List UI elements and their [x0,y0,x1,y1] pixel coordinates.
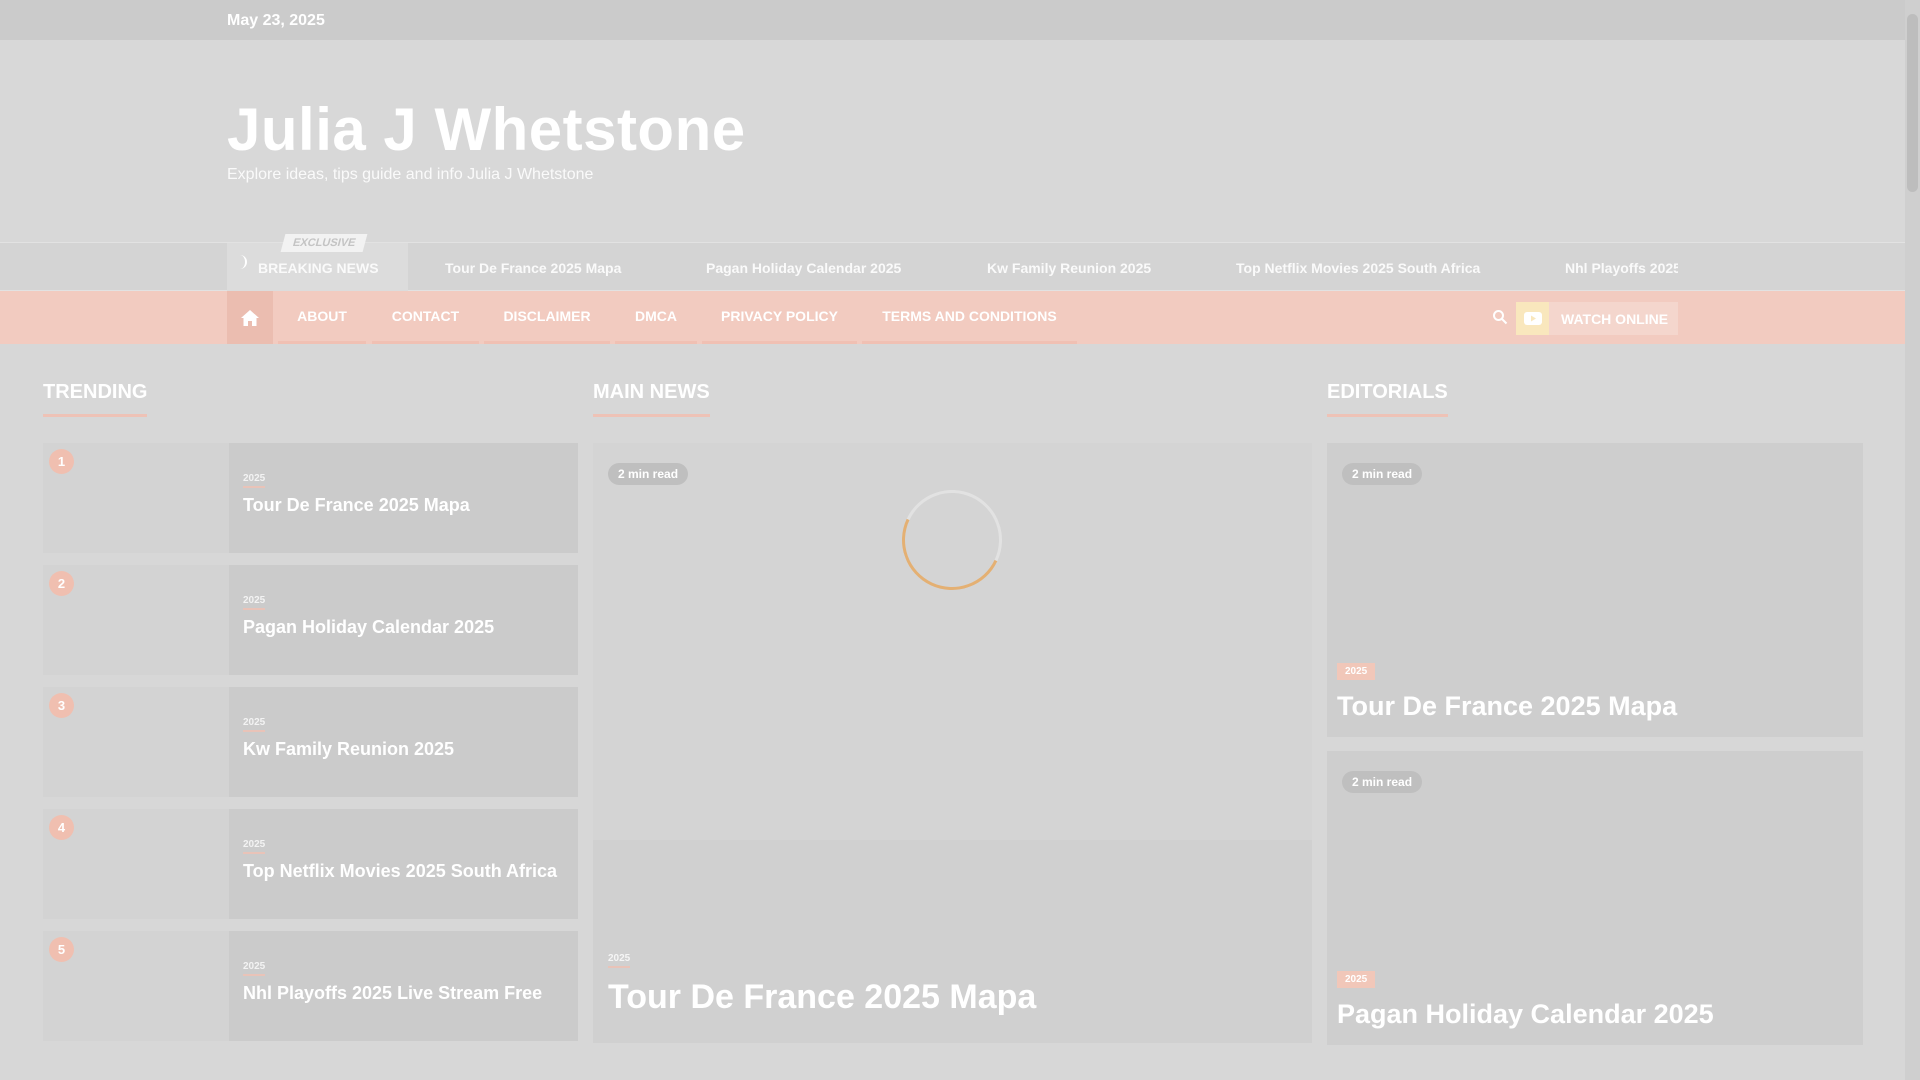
trending-item[interactable]: 3 2025 Kw Family Reunion 2025 [43,687,578,797]
breaking-news-text: BREAKING NEWS [258,260,379,276]
main-news-image[interactable] [593,443,1312,840]
trending-item[interactable]: 1 2025 Tour De France 2025 Mapa [43,443,578,553]
trending-rank-badge: 4 [49,815,74,840]
main-news-card[interactable]: 2 min read 2025 Tour De France 2025 Mapa [593,443,1312,1043]
main-navigation: ABOUT CONTACT DISCLAIMER DMCA PRIVACY PO… [0,291,1905,344]
trending-title[interactable]: Kw Family Reunion 2025 [243,739,454,760]
nav-item-about[interactable]: ABOUT [278,291,366,344]
trending-rank-badge: 3 [49,693,74,718]
trending-info: 2025 Nhl Playoffs 2025 Live Stream Free [229,931,578,1041]
category-link[interactable]: 2025 [243,717,266,732]
trending-info: 2025 Tour De France 2025 Mapa [229,443,578,553]
trending-heading: TRENDING [43,381,148,417]
ticker-item[interactable]: Pagan Holiday Calendar 2025 [706,260,901,276]
search-icon[interactable] [1492,309,1508,325]
trending-item[interactable]: 5 2025 Nhl Playoffs 2025 Live Stream Fre… [43,931,578,1041]
editorial-card[interactable]: 2 min read 2025 Tour De France 2025 Mapa [1327,443,1863,737]
editorial-title[interactable]: Tour De France 2025 Mapa [1337,691,1677,722]
trending-title[interactable]: Tour De France 2025 Mapa [243,495,470,516]
loading-spinner-icon [887,475,1017,605]
site-header: Julia J Whetstone Explore ideas, tips gu… [0,40,1905,242]
ticker-item[interactable]: Top Netflix Movies 2025 South Africa [1236,260,1480,276]
trending-rank-badge: 1 [49,449,74,474]
trending-rank-badge: 5 [49,937,74,962]
youtube-icon [1516,302,1549,335]
spinner-icon [233,255,247,269]
trending-rank-badge: 2 [49,571,74,596]
category-link[interactable]: 2025 [1337,663,1376,680]
nav-item-disclaimer[interactable]: DISCLAIMER [484,291,610,344]
category-link[interactable]: 2025 [1337,971,1376,988]
main-news-title[interactable]: Tour De France 2025 Mapa [608,978,1036,1017]
category-link[interactable]: 2025 [608,953,631,968]
editorial-title[interactable]: Pagan Holiday Calendar 2025 [1337,999,1714,1030]
trending-title[interactable]: Nhl Playoffs 2025 Live Stream Free [243,983,542,1004]
ticker-item[interactable]: Tour De France 2025 Mapa [445,260,621,276]
read-time-badge: 2 min read [1342,771,1423,793]
site-tagline: Explore ideas, tips guide and info Julia… [227,166,594,183]
category-link[interactable]: 2025 [243,473,266,488]
site-title[interactable]: Julia J Whetstone [227,95,746,164]
editorials-heading: EDITORIALS [1327,381,1448,417]
top-bar: May 23, 2025 [0,0,1905,40]
breaking-news-bar: EXCLUSIVE BREAKING NEWS Tour De France 2… [0,234,1905,292]
category-link[interactable]: 2025 [243,595,266,610]
home-button[interactable] [227,291,273,344]
trending-info: 2025 Kw Family Reunion 2025 [229,687,578,797]
nav-item-dmca[interactable]: DMCA [615,291,697,344]
ticker-item[interactable]: Kw Family Reunion 2025 [987,260,1151,276]
watch-online-label: WATCH ONLINE [1561,311,1669,327]
trending-info: 2025 Top Netflix Movies 2025 South Afric… [229,809,578,919]
nav-item-terms-and-conditions[interactable]: TERMS AND CONDITIONS [862,291,1077,344]
nav-item-contact[interactable]: CONTACT [372,291,479,344]
scrollbar-thumb[interactable] [1907,14,1918,192]
read-time-badge: 2 min read [608,463,689,485]
trending-item[interactable]: 4 2025 Top Netflix Movies 2025 South Afr… [43,809,578,919]
main-news-heading: MAIN NEWS [593,381,710,417]
editorial-card[interactable]: 2 min read 2025 Pagan Holiday Calendar 2… [1327,751,1863,1045]
current-date: May 23, 2025 [227,12,325,29]
breaking-news-label: EXCLUSIVE BREAKING NEWS [227,234,408,292]
trending-info: 2025 Pagan Holiday Calendar 2025 [229,565,578,675]
exclusive-badge: EXCLUSIVE [280,234,368,252]
page: May 23, 2025 Julia J Whetstone Explore i… [0,0,1905,1080]
news-ticker: Tour De France 2025 Mapa Pagan Holiday C… [408,243,1678,292]
home-icon [241,309,259,326]
trending-item[interactable]: 2 2025 Pagan Holiday Calendar 2025 [43,565,578,675]
category-link[interactable]: 2025 [243,961,266,976]
ticker-item[interactable]: Nhl Playoffs 2025 [1565,260,1678,276]
trending-title[interactable]: Top Netflix Movies 2025 South Africa [243,861,557,882]
vertical-scrollbar[interactable] [1905,0,1920,1080]
read-time-badge: 2 min read [1342,463,1423,485]
category-link[interactable]: 2025 [243,839,266,854]
trending-title[interactable]: Pagan Holiday Calendar 2025 [243,617,494,638]
nav-item-privacy-policy[interactable]: PRIVACY POLICY [702,291,857,344]
watch-online-button[interactable]: WATCH ONLINE [1516,302,1678,335]
